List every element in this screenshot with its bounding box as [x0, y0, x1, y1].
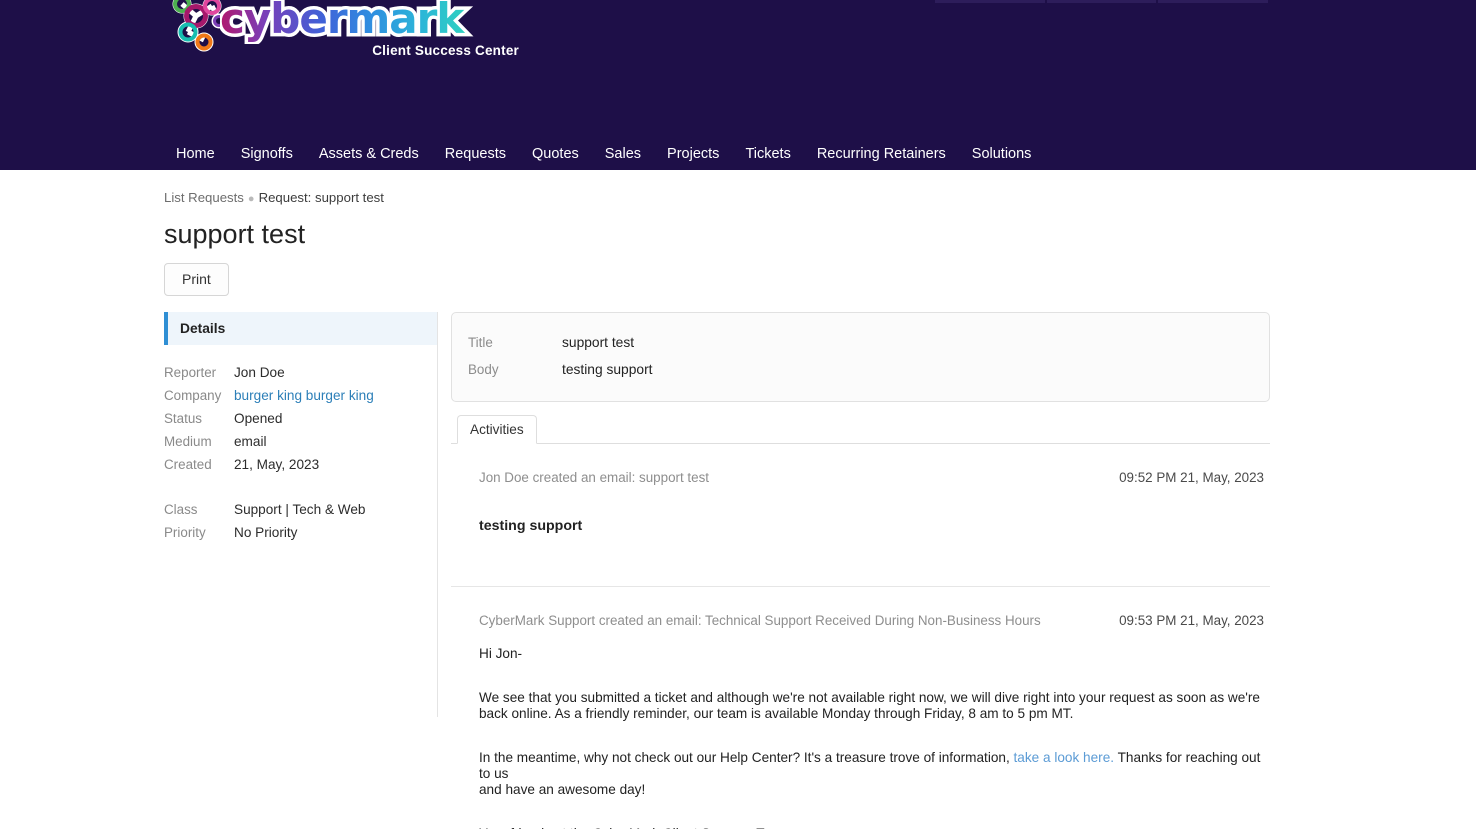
details-group-divider	[164, 476, 437, 498]
breadcrumb: List Requests ● Request: support test	[164, 170, 1270, 207]
activity-paragraph-2-before-link: In the meantime, why not check out our H…	[479, 750, 1010, 765]
site-header: cybermark Client Success Center Home Sig…	[0, 0, 1476, 170]
summary-label-title: Title	[468, 335, 493, 350]
brand-wordmark: cybermark	[220, 0, 470, 44]
summary-row-body: Body testing support	[452, 356, 1269, 383]
activity-greeting: Hi Jon-	[479, 646, 523, 661]
breadcrumb-list-requests[interactable]: List Requests	[164, 190, 244, 205]
details-sidebar: Details Reporter Jon Doe Company burger …	[164, 312, 438, 717]
detail-value-status: Opened	[234, 411, 283, 426]
content-row: Details Reporter Jon Doe Company burger …	[164, 312, 1270, 829]
page-title: support test	[164, 219, 306, 249]
nav-item-sales[interactable]: Sales	[592, 144, 654, 164]
detail-row-class: Class Support | Tech & Web	[164, 498, 437, 521]
summary-value-title: support test	[562, 335, 635, 350]
activity-header: CyberMark Support created an email: Tech…	[451, 613, 1270, 628]
brand-logo[interactable]: cybermark Client Success Center	[166, 0, 520, 58]
activity-actor-line: Jon Doe created an email: support test	[479, 470, 710, 485]
nav-item-solutions[interactable]: Solutions	[959, 144, 1045, 164]
detail-row-status: Status Opened	[164, 407, 437, 430]
text-spacer	[479, 662, 1264, 690]
text-spacer	[479, 722, 1264, 750]
svg-text:cybermark: cybermark	[220, 0, 465, 43]
help-center-link[interactable]: take a look here.	[1014, 750, 1115, 765]
detail-label-reporter: Reporter	[164, 365, 217, 380]
detail-value-medium: email	[234, 434, 267, 449]
detail-label-company: Company	[164, 388, 222, 403]
summary-label-body: Body	[468, 362, 499, 377]
summary-value-body: testing support	[562, 362, 653, 377]
detail-value-priority: No Priority	[234, 525, 298, 540]
detail-value-company-link[interactable]: burger king burger king	[234, 384, 374, 407]
detail-label-priority: Priority	[164, 525, 206, 540]
activity-paragraph-2-line-2: and have an awesome day!	[479, 782, 646, 797]
detail-value-reporter: Jon Doe	[234, 365, 285, 380]
activity-timestamp: 09:53 PM 21, May, 2023	[1119, 613, 1264, 628]
activity-timestamp: 09:52 PM 21, May, 2023	[1119, 470, 1264, 485]
network-nodes-icon	[172, 0, 227, 52]
summary-row-title: Title support test	[452, 329, 1269, 356]
detail-row-priority: Priority No Priority	[164, 521, 437, 544]
activity-paragraph-1-line-2: back online. As a friendly reminder, our…	[479, 706, 1074, 721]
print-button[interactable]: Print	[164, 263, 229, 296]
tabs-bar: Activities	[451, 415, 1270, 444]
nav-item-home[interactable]: Home	[166, 144, 228, 164]
page-container: List Requests ● Request: support test supp…	[0, 170, 1476, 829]
activity-actor-line: CyberMark Support created an email: Tech…	[479, 613, 1041, 628]
request-main-panel: Title support test Body testing support …	[438, 312, 1270, 829]
activity-header: Jon Doe created an email: support test 0…	[451, 470, 1270, 485]
detail-label-created: Created	[164, 457, 212, 472]
detail-label-medium: Medium	[164, 434, 212, 449]
nav-item-requests[interactable]: Requests	[432, 144, 519, 164]
nav-item-recurring-retainers[interactable]: Recurring Retainers	[804, 144, 959, 164]
activity-paragraph-1-line-1: We see that you submitted a ticket and a…	[479, 690, 1260, 705]
nav-item-tickets[interactable]: Tickets	[732, 144, 803, 164]
detail-value-created: 21, May, 2023	[234, 457, 320, 472]
breadcrumb-separator: ●	[247, 193, 255, 205]
detail-label-class: Class	[164, 502, 198, 517]
activity-paragraph-2-line-1: In the meantime, why not check out our H…	[479, 750, 1264, 782]
detail-row-company: Company burger king burger king	[164, 384, 437, 407]
detail-row-created: Created 21, May, 2023	[164, 453, 437, 476]
nav-item-quotes[interactable]: Quotes	[519, 144, 592, 164]
request-summary-card: Title support test Body testing support	[451, 312, 1270, 402]
brand-tagline: Client Success Center	[372, 43, 519, 58]
text-spacer	[479, 798, 1264, 826]
tab-activities[interactable]: Activities	[457, 415, 537, 444]
main-navigation: Home Signoffs Assets & Creds Requests Qu…	[166, 144, 1044, 164]
activity-item: CyberMark Support created an email: Tech…	[451, 586, 1270, 829]
detail-row-medium: Medium email	[164, 430, 437, 453]
activity-body: Hi Jon- We see that you submitted a tick…	[451, 628, 1270, 829]
details-tab-header[interactable]: Details	[164, 312, 437, 345]
details-field-list: Reporter Jon Doe Company burger king bur…	[164, 361, 437, 544]
detail-row-reporter: Reporter Jon Doe	[164, 361, 437, 384]
nav-item-assets-creds[interactable]: Assets & Creds	[306, 144, 432, 164]
header-top-strip	[935, 0, 1270, 3]
breadcrumb-current: Request: support test	[258, 190, 384, 205]
activity-list: Jon Doe created an email: support test 0…	[451, 444, 1270, 829]
detail-label-status: Status	[164, 411, 202, 426]
nav-item-projects[interactable]: Projects	[654, 144, 732, 164]
detail-value-class: Support | Tech & Web	[234, 502, 366, 517]
nav-item-signoffs[interactable]: Signoffs	[228, 144, 306, 164]
activity-body: testing support	[479, 518, 583, 534]
activity-item: Jon Doe created an email: support test 0…	[451, 444, 1270, 586]
